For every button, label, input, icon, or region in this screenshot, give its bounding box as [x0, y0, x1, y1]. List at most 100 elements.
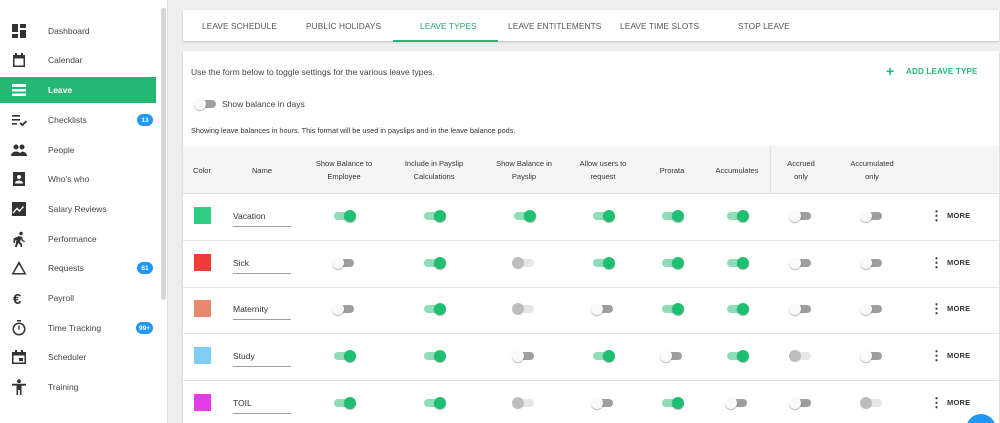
scheduler-icon [11, 349, 27, 365]
leave-types-card [183, 51, 999, 423]
show-balance-in-days-label: Show balance in days [222, 99, 305, 109]
sidebar-item-checklists[interactable]: Checklists 13 [0, 107, 156, 133]
toggle-switch[interactable] [789, 303, 813, 315]
more-vert-icon: ⋮ [930, 208, 943, 223]
toggle-switch[interactable] [725, 303, 749, 315]
toggle-switch[interactable] [332, 303, 356, 315]
sidebar-item-people[interactable]: People [0, 137, 156, 163]
toggle-switch[interactable] [660, 257, 684, 269]
sidebar-item-time-tracking[interactable]: Time Tracking 99+ [0, 315, 156, 341]
tab-stop-leave[interactable]: STOP LEAVE [738, 10, 790, 41]
sidebar-item-dashboard[interactable]: Dashboard [0, 18, 156, 44]
sidebar-item-label: Leave [48, 85, 73, 95]
more-button[interactable]: ⋮ MORE [930, 209, 970, 222]
toggle-switch[interactable] [591, 257, 615, 269]
toggle-switch[interactable] [591, 397, 615, 409]
toggle-switch[interactable] [660, 303, 684, 315]
sidebar-item-who-s-who[interactable]: Who's who [0, 166, 156, 192]
toggle-switch[interactable] [660, 397, 684, 409]
sidebar-item-label: Checklists [48, 115, 87, 125]
sidebar-item-label: Payroll [48, 293, 74, 303]
color-swatch[interactable] [194, 300, 211, 317]
header-line: Show Balance to [315, 159, 373, 168]
toggle-switch[interactable] [422, 257, 446, 269]
tab-leave-types[interactable]: LEAVE TYPES [420, 10, 477, 41]
toggle-switch[interactable] [789, 257, 813, 269]
toggle-switch[interactable] [332, 257, 356, 269]
leave-name-field[interactable]: Sick [233, 257, 291, 274]
toggle-switch[interactable] [860, 350, 884, 362]
header-line: Accumulates [715, 165, 759, 175]
leave-name-field[interactable]: Study [233, 350, 291, 367]
toggle-switch[interactable] [591, 210, 615, 222]
add-leave-type-button[interactable]: + ADD LEAVE TYPE [886, 64, 978, 78]
toggle-switch[interactable] [725, 210, 749, 222]
toggle-switch[interactable] [789, 210, 813, 222]
warning-triangle-icon [11, 260, 27, 276]
toggle-switch[interactable] [725, 257, 749, 269]
more-button[interactable]: ⋮ MORE [930, 349, 970, 362]
toggle-switch[interactable] [860, 303, 884, 315]
sidebar-item-salary-reviews[interactable]: Salary Reviews [0, 196, 156, 222]
toggle-switch[interactable] [789, 397, 813, 409]
toggle-switch[interactable] [332, 350, 356, 362]
toggle-switch[interactable] [422, 350, 446, 362]
toggle-switch[interactable] [422, 303, 446, 315]
toggle-switch[interactable] [332, 397, 356, 409]
toggle-switch[interactable] [660, 350, 684, 362]
column-header-text: Show Balance in Payslip [496, 157, 552, 183]
sidebar-item-requests[interactable]: Requests 61 [0, 255, 156, 281]
leave-name-field[interactable]: Vacation [233, 210, 291, 227]
svg-text:€: € [13, 291, 22, 306]
toggle-switch[interactable] [332, 210, 356, 222]
column-header: Name [217, 146, 307, 194]
toggle-switch[interactable] [725, 397, 749, 409]
sidebar-item-calendar[interactable]: Calendar [0, 47, 156, 73]
toggle-switch[interactable] [422, 210, 446, 222]
header-line: Calculations [413, 172, 455, 181]
sidebar-item-label: People [48, 145, 75, 155]
toggle-switch[interactable] [660, 210, 684, 222]
tab-leave-entitlements[interactable]: LEAVE ENTITLEMENTS [508, 10, 601, 41]
tab-public-holidays[interactable]: PUBLIC HOLIDAYS [306, 10, 381, 41]
toggle-switch[interactable] [422, 397, 446, 409]
color-swatch[interactable] [194, 254, 211, 271]
tab-leave-time-slots[interactable]: LEAVE TIME SLOTS [620, 10, 699, 41]
toggle-switch[interactable] [512, 350, 536, 362]
sidebar-item-scheduler[interactable]: Scheduler [0, 344, 156, 370]
column-header-text: Color [193, 164, 211, 177]
more-button[interactable]: ⋮ MORE [930, 302, 970, 315]
toggle-switch[interactable] [860, 210, 884, 222]
toggle-switch[interactable] [512, 210, 536, 222]
leave-name-field[interactable]: TOIL [233, 397, 291, 414]
leave-name-field[interactable]: Maternity [233, 303, 291, 320]
checklist-icon [11, 112, 27, 128]
count-badge: 13 [137, 114, 153, 126]
sidebar-item-label: Calendar [48, 55, 83, 65]
toggle-switch [789, 350, 813, 362]
tab-leave-schedule[interactable]: LEAVE SCHEDULE [202, 10, 277, 41]
color-swatch[interactable] [194, 207, 211, 224]
sidebar-item-leave[interactable]: Leave [0, 77, 156, 103]
show-balance-in-days-toggle[interactable] [194, 98, 218, 110]
more-button[interactable]: ⋮ MORE [930, 396, 970, 409]
toggle-switch[interactable] [591, 350, 615, 362]
toggle-switch[interactable] [860, 257, 884, 269]
training-icon [11, 379, 27, 395]
count-badge: 99+ [135, 322, 153, 334]
row-divider [183, 380, 999, 381]
toggle-switch[interactable] [591, 303, 615, 315]
color-swatch[interactable] [194, 394, 211, 411]
sidebar: Dashboard Calendar Leave Checklists 13 People… [0, 0, 168, 423]
more-label: MORE [947, 211, 971, 220]
sidebar-item-training[interactable]: Training [0, 374, 156, 400]
sidebar-item-performance[interactable]: Performance [0, 226, 156, 252]
more-label: MORE [947, 398, 971, 407]
row-divider [183, 333, 999, 334]
sidebar-item-payroll[interactable]: € Payroll [0, 285, 156, 311]
toggle-switch[interactable] [725, 350, 749, 362]
more-button[interactable]: ⋮ MORE [930, 256, 970, 269]
color-swatch[interactable] [194, 347, 211, 364]
contact-card-icon [11, 171, 27, 187]
column-header-text: Accrued only [787, 157, 815, 183]
